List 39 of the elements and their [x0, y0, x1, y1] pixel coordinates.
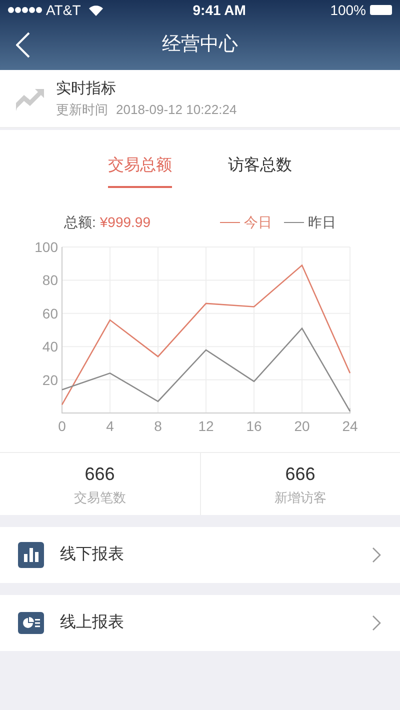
- x-tick-label: 4: [106, 418, 114, 434]
- menu-item[interactable]: 线下报表: [0, 527, 400, 583]
- x-tick-label: 0: [58, 418, 66, 434]
- y-tick-label: 20: [42, 372, 58, 388]
- battery-level: 100%: [330, 0, 366, 20]
- total-value: ¥999.99: [100, 213, 150, 232]
- stat-value: 666: [84, 462, 115, 486]
- clock: 9:41 AM: [192, 0, 246, 20]
- pie-chart-icon: [18, 612, 44, 634]
- y-tick-label: 60: [42, 305, 58, 322]
- chevron-right-icon: [372, 547, 381, 563]
- x-tick-label: 24: [342, 418, 358, 434]
- legend-label: 昨日: [308, 213, 336, 232]
- stat-value: 666: [285, 462, 316, 486]
- legend-label: 今日: [244, 213, 272, 232]
- stat-label: 交易笔数: [74, 488, 126, 507]
- y-tick-label: 100: [34, 239, 58, 255]
- update-label: 更新时间: [56, 101, 108, 119]
- wifi-icon: [88, 4, 103, 16]
- chevron-right-icon: [372, 615, 381, 631]
- battery-icon: [370, 5, 392, 15]
- total-label: 总额:: [64, 213, 96, 232]
- tab[interactable]: 访客总数: [228, 154, 292, 188]
- y-tick-label: 80: [42, 272, 58, 288]
- y-tick-label: 40: [42, 338, 58, 355]
- nav-title: 经营中心: [162, 32, 238, 57]
- x-tick-label: 12: [198, 418, 214, 434]
- carrier: AT&T: [46, 0, 81, 20]
- back-icon[interactable]: [16, 32, 30, 58]
- update-time: 2018-09-12 10:22:24: [116, 101, 237, 119]
- x-tick-label: 8: [154, 418, 162, 434]
- menu-item[interactable]: 线上报表: [0, 595, 400, 651]
- x-tick-label: 20: [294, 418, 310, 434]
- stat-label: 新增访客: [274, 488, 326, 507]
- section-title: 实时指标: [56, 78, 117, 98]
- signal-icon: [8, 7, 42, 13]
- x-tick-label: 16: [246, 418, 262, 434]
- trend-chart-icon: [16, 86, 44, 110]
- bar-chart-icon: [18, 542, 44, 568]
